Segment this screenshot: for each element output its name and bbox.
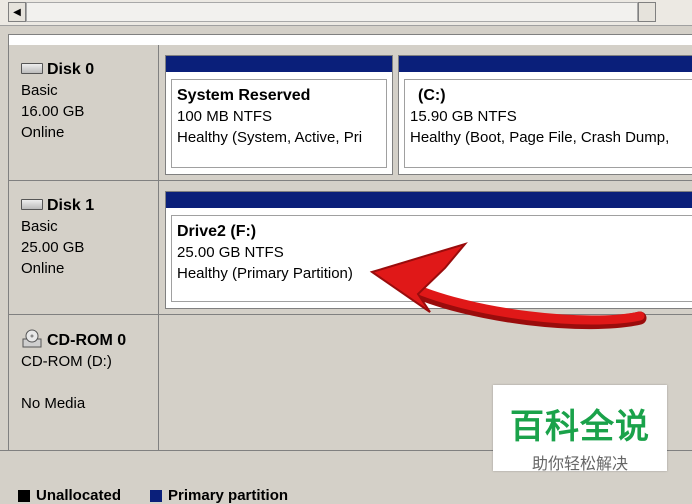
disk-type: Basic [21, 82, 58, 99]
arrow-left-icon: ◀ [13, 6, 21, 18]
watermark-title: 百科全说 [510, 407, 650, 447]
partition-bar [166, 192, 692, 208]
disk-status: Online [21, 260, 65, 277]
partition-f[interactable]: Drive2 (F:) 25.00 GB NTFS Healthy (Prima… [165, 191, 692, 309]
cdrom-title: CD-ROM 0 [21, 329, 158, 351]
disk-name: Disk 0 [47, 61, 95, 78]
cdrom-media: No Media [21, 395, 86, 412]
partition-name: System Reserved [177, 87, 311, 104]
partition-info: (C:) 15.90 GB NTFS Healthy (Boot, Page F… [404, 79, 692, 168]
disk-size: 25.00 GB [21, 239, 85, 256]
partition-name: (C:) [418, 87, 446, 104]
cdrom-label-cell[interactable]: CD-ROM 0 CD-ROM (D:) No Media [9, 315, 159, 451]
partition-size: 25.00 GB NTFS [177, 244, 284, 261]
divider [0, 26, 692, 34]
partition-health: Healthy (Boot, Page File, Crash Dump, [410, 129, 670, 146]
scrollbar-track[interactable] [26, 2, 638, 22]
partition-system-reserved[interactable]: System Reserved 100 MB NTFS Healthy (Sys… [165, 55, 393, 175]
disk-title: Disk 1 [21, 195, 158, 216]
disk-status: Online [21, 124, 65, 141]
partition-size: 100 MB NTFS [177, 108, 273, 125]
partition-area: System Reserved 100 MB NTFS Healthy (Sys… [159, 45, 692, 180]
disk-row-0[interactable]: Disk 0 Basic 16.00 GB Online System Rese… [9, 45, 692, 181]
partition-bar [399, 56, 692, 72]
partition-name: Drive2 (F:) [177, 223, 257, 240]
horizontal-scrollbar[interactable]: ◀ [0, 0, 692, 26]
primary-swatch [150, 489, 162, 502]
disk-label-cell[interactable]: Disk 1 Basic 25.00 GB Online [9, 181, 159, 314]
cdrom-name: CD-ROM 0 [47, 331, 127, 349]
disk-type: Basic [21, 218, 58, 235]
legend-primary: Primary partition [150, 487, 288, 504]
partition-health: Healthy (Primary Partition) [177, 265, 353, 282]
partition-health: Healthy (System, Active, Pri [177, 129, 363, 146]
cdrom-type: CD-ROM (D:) [21, 353, 112, 370]
scroll-right-button[interactable] [638, 2, 656, 22]
disk-size: 16.00 GB [21, 103, 85, 120]
partition-info: System Reserved 100 MB NTFS Healthy (Sys… [171, 79, 387, 168]
legend-primary-label: Primary partition [168, 487, 289, 504]
cd-drive-icon [22, 329, 42, 348]
partition-size: 15.90 GB NTFS [410, 108, 517, 125]
disk-title: Disk 0 [21, 59, 158, 80]
scroll-left-button[interactable]: ◀ [8, 2, 26, 22]
legend-unallocated-label: Unallocated [36, 487, 122, 504]
hard-disk-icon [21, 63, 43, 74]
partition-bar [166, 56, 392, 72]
legend-unallocated: Unallocated [18, 487, 121, 504]
watermark-badge: 百科全说 助你轻松解决 [493, 385, 667, 473]
disk-row-1[interactable]: Disk 1 Basic 25.00 GB Online Drive2 (F:)… [9, 181, 692, 315]
watermark-subtitle: 助你轻松解决 [531, 454, 628, 473]
partition-info: Drive2 (F:) 25.00 GB NTFS Healthy (Prima… [171, 215, 692, 302]
disk-name: Disk 1 [47, 197, 95, 214]
unallocated-swatch [18, 489, 30, 502]
disk-label-cell[interactable]: Disk 0 Basic 16.00 GB Online [9, 45, 159, 180]
hard-disk-icon [21, 199, 43, 210]
partition-c[interactable]: (C:) 15.90 GB NTFS Healthy (Boot, Page F… [398, 55, 692, 175]
partition-area: Drive2 (F:) 25.00 GB NTFS Healthy (Prima… [159, 181, 692, 314]
